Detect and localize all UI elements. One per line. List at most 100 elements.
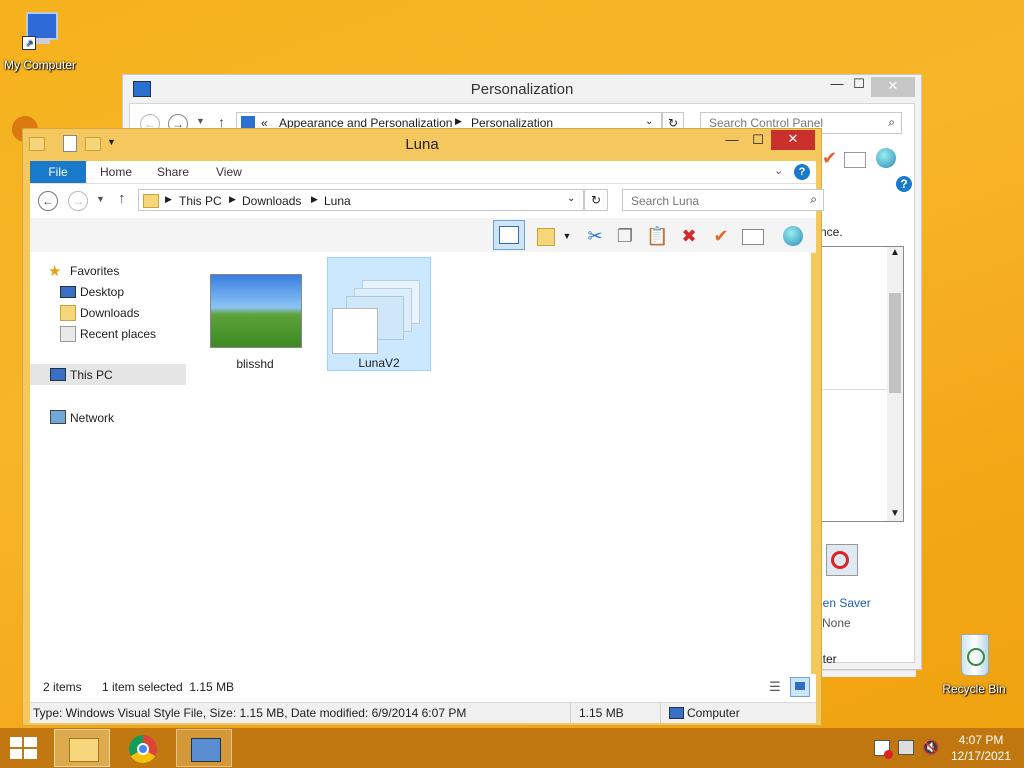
file-size: 1.15 MB	[579, 706, 624, 720]
no-entry-icon	[831, 551, 849, 569]
clock-time[interactable]: 4:07 PM	[946, 733, 1016, 747]
navigation-pane: ★ Favorites Desktop Downloads Recent pla…	[30, 252, 190, 674]
maximize-button[interactable]: ☐	[845, 75, 873, 95]
breadcrumb-separator: ▶	[165, 194, 172, 204]
delete-icon[interactable]: ✖	[678, 225, 700, 247]
recent-dropdown-icon[interactable]: ▼	[96, 194, 105, 204]
nav-network[interactable]: Network	[70, 411, 114, 425]
file-item-lunav2[interactable]: LunaV2	[327, 257, 431, 371]
ribbon-tabs: File Home Share View ⌄ ?	[30, 161, 816, 184]
refresh-button[interactable]: ↻	[584, 189, 608, 211]
clock-date[interactable]: 12/17/2021	[946, 749, 1016, 763]
star-icon: ★	[48, 263, 62, 280]
desktop-icon	[60, 286, 76, 298]
globe-icon	[876, 148, 896, 168]
nav-recent-places[interactable]: Recent places	[80, 327, 156, 341]
address-bar[interactable]: ▶ This PC ▶ Downloads ▶ Luna ⌄	[138, 189, 584, 211]
item-count: 2 items	[43, 680, 82, 694]
chevron-down-icon[interactable]: ⌄	[567, 193, 575, 204]
close-button[interactable]: ✕	[771, 130, 815, 150]
folder-icon	[143, 194, 159, 208]
help-icon[interactable]: ?	[896, 176, 912, 192]
maximize-button[interactable]: ☐	[745, 131, 771, 151]
chevron-down-icon[interactable]: ⌄	[645, 116, 653, 127]
properties-icon[interactable]	[742, 225, 764, 247]
computer-icon	[669, 707, 684, 719]
action-center-icon[interactable]	[874, 740, 893, 759]
theme-list[interactable]: ▲ ▼	[820, 246, 904, 522]
image-thumbnail	[210, 274, 302, 348]
nav-this-pc[interactable]: This PC	[70, 368, 113, 382]
desktop-icon-recycle-bin[interactable]: Recycle Bin	[934, 630, 1014, 696]
breadcrumb-this-pc[interactable]: This PC	[179, 194, 222, 208]
checkmark-icon[interactable]: ✔	[710, 225, 732, 247]
computer-icon: ↗	[18, 10, 62, 50]
search-icon: ⌕	[888, 115, 895, 129]
paste-icon[interactable]: 📋	[646, 225, 668, 247]
search-icon: ⌕	[810, 192, 817, 206]
file-name: LunaV2	[358, 356, 400, 370]
window-title: Personalization	[470, 81, 574, 98]
desktop-icon-my-computer[interactable]: ↗ My Computer	[0, 10, 80, 72]
taskbar-chrome[interactable]	[116, 729, 172, 767]
breadcrumb-separator: ▶	[455, 116, 462, 126]
address-row: ← → ▼ ↑ ▶ This PC ▶ Downloads ▶ Luna ⌄ ↻…	[30, 184, 824, 218]
cut-icon[interactable]: ✂	[584, 225, 606, 247]
tab-share[interactable]: Share	[157, 161, 189, 183]
nav-favorites[interactable]: Favorites	[70, 264, 119, 278]
minimize-button[interactable]: —	[719, 131, 745, 151]
this-pc-icon	[50, 368, 66, 381]
breadcrumb-downloads[interactable]: Downloads	[242, 194, 301, 208]
up-button[interactable]: ↑	[118, 190, 126, 207]
explorer-window: ▼ Luna — ☐ ✕ File Home Share View ⌄ ? ← …	[22, 128, 824, 726]
file-explorer-icon	[69, 738, 99, 762]
taskbar-control-panel[interactable]	[176, 729, 232, 767]
description-text: nce.	[820, 225, 843, 239]
search-input[interactable]: Search Luna ⌕	[622, 189, 824, 211]
tab-home[interactable]: Home	[100, 161, 132, 183]
network-tray-icon[interactable]	[898, 740, 914, 755]
expand-ribbon-icon[interactable]: ⌄	[774, 164, 783, 177]
scroll-thumb[interactable]	[889, 293, 901, 393]
tab-file[interactable]: File	[30, 161, 86, 183]
forward-button[interactable]: →	[68, 191, 88, 211]
screen-saver-icon[interactable]	[826, 544, 858, 576]
recycle-bin-icon	[957, 630, 991, 676]
breadcrumb-luna[interactable]: Luna	[324, 194, 351, 208]
tab-view[interactable]: View	[216, 161, 242, 183]
details-view-icon[interactable]: ☰	[766, 678, 784, 696]
options-dropdown-icon[interactable]: ▼	[556, 225, 578, 247]
breadcrumb-separator: ▶	[229, 194, 236, 204]
file-item-blisshd[interactable]: blisshd	[203, 266, 302, 371]
nav-downloads[interactable]: Downloads	[80, 306, 139, 320]
large-icons-view-icon[interactable]	[790, 677, 810, 697]
close-button[interactable]: ✕	[871, 77, 915, 97]
volume-muted-icon[interactable]: 🔇	[922, 739, 939, 756]
desktop-icon-label: Recycle Bin	[942, 682, 1006, 696]
scrollbar[interactable]: ▲ ▼	[887, 247, 903, 521]
footer-bar	[816, 670, 916, 677]
screen-saver-label[interactable]: een Saver	[816, 596, 871, 610]
start-button[interactable]	[10, 737, 38, 761]
recent-dropdown-icon[interactable]: ▼	[196, 116, 205, 126]
desktop-icon-label: My Computer	[3, 58, 77, 72]
command-toolbar: ▼ ✂ ❐ 📋 ✖ ✔	[30, 218, 816, 253]
nav-this-pc-row[interactable]: This PC	[30, 364, 186, 385]
screen-saver-value: None	[822, 616, 851, 630]
scroll-down-icon[interactable]: ▼	[887, 508, 903, 519]
folder-options-icon[interactable]	[534, 225, 556, 247]
back-button[interactable]: ←	[38, 191, 58, 211]
downloads-icon	[60, 305, 76, 321]
copy-icon[interactable]: ❐	[614, 225, 636, 247]
visual-style-icon	[332, 280, 422, 356]
preview-pane-icon[interactable]	[493, 220, 525, 250]
file-list: blisshd LunaV2	[190, 252, 811, 674]
window-title: Luna	[405, 136, 439, 153]
nav-desktop[interactable]: Desktop	[80, 285, 124, 299]
globe-icon[interactable]	[782, 225, 804, 247]
network-icon	[50, 410, 66, 424]
details-bar: Type: Windows Visual Style File, Size: 1…	[30, 702, 816, 723]
scroll-up-icon[interactable]: ▲	[887, 247, 903, 258]
help-icon[interactable]: ?	[794, 164, 810, 180]
taskbar-file-explorer[interactable]	[54, 729, 110, 767]
